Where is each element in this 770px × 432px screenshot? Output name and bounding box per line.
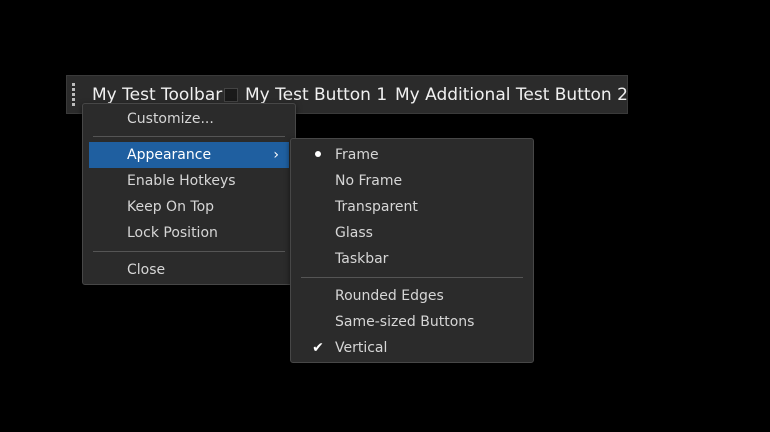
appearance-item-vertical[interactable]: ✔ Vertical [297, 335, 527, 361]
test-button-1[interactable]: My Test Button 1 [245, 85, 387, 105]
desktop-background: My Test Toolbar My Test Button 1 My Addi… [0, 0, 770, 432]
appearance-submenu: Frame No Frame Transparent Glass Taskbar… [290, 138, 534, 363]
menu-separator [301, 277, 523, 278]
menu-separator [93, 136, 285, 137]
menu-item-close[interactable]: Close [89, 257, 289, 283]
menu-item-appearance[interactable]: Appearance › [89, 142, 289, 168]
appearance-item-glass[interactable]: Glass [297, 220, 527, 246]
menu-separator [93, 251, 285, 252]
additional-test-button-2[interactable]: My Additional Test Button 2 [395, 85, 628, 105]
toolbar-button-icon [224, 88, 238, 102]
toolbar-context-menu: Customize... Appearance › Enable Hotkeys… [82, 103, 296, 285]
appearance-item-same-sized-buttons[interactable]: Same-sized Buttons [297, 309, 527, 335]
radio-dot-icon [311, 142, 325, 168]
menu-item-enable-hotkeys[interactable]: Enable Hotkeys [89, 168, 289, 194]
chevron-right-icon: › [273, 147, 279, 163]
checkmark-icon: ✔ [312, 340, 324, 356]
toolbar-title[interactable]: My Test Toolbar [92, 85, 222, 105]
appearance-item-frame[interactable]: Frame [297, 142, 527, 168]
appearance-item-rounded-edges[interactable]: Rounded Edges [297, 283, 527, 309]
appearance-item-no-frame[interactable]: No Frame [297, 168, 527, 194]
toolbar-grip-icon[interactable] [72, 83, 76, 107]
menu-item-keep-on-top[interactable]: Keep On Top [89, 194, 289, 220]
appearance-item-transparent[interactable]: Transparent [297, 194, 527, 220]
menu-item-customize[interactable]: Customize... [89, 106, 289, 132]
menu-item-lock-position[interactable]: Lock Position [89, 220, 289, 246]
appearance-item-taskbar[interactable]: Taskbar [297, 246, 527, 272]
